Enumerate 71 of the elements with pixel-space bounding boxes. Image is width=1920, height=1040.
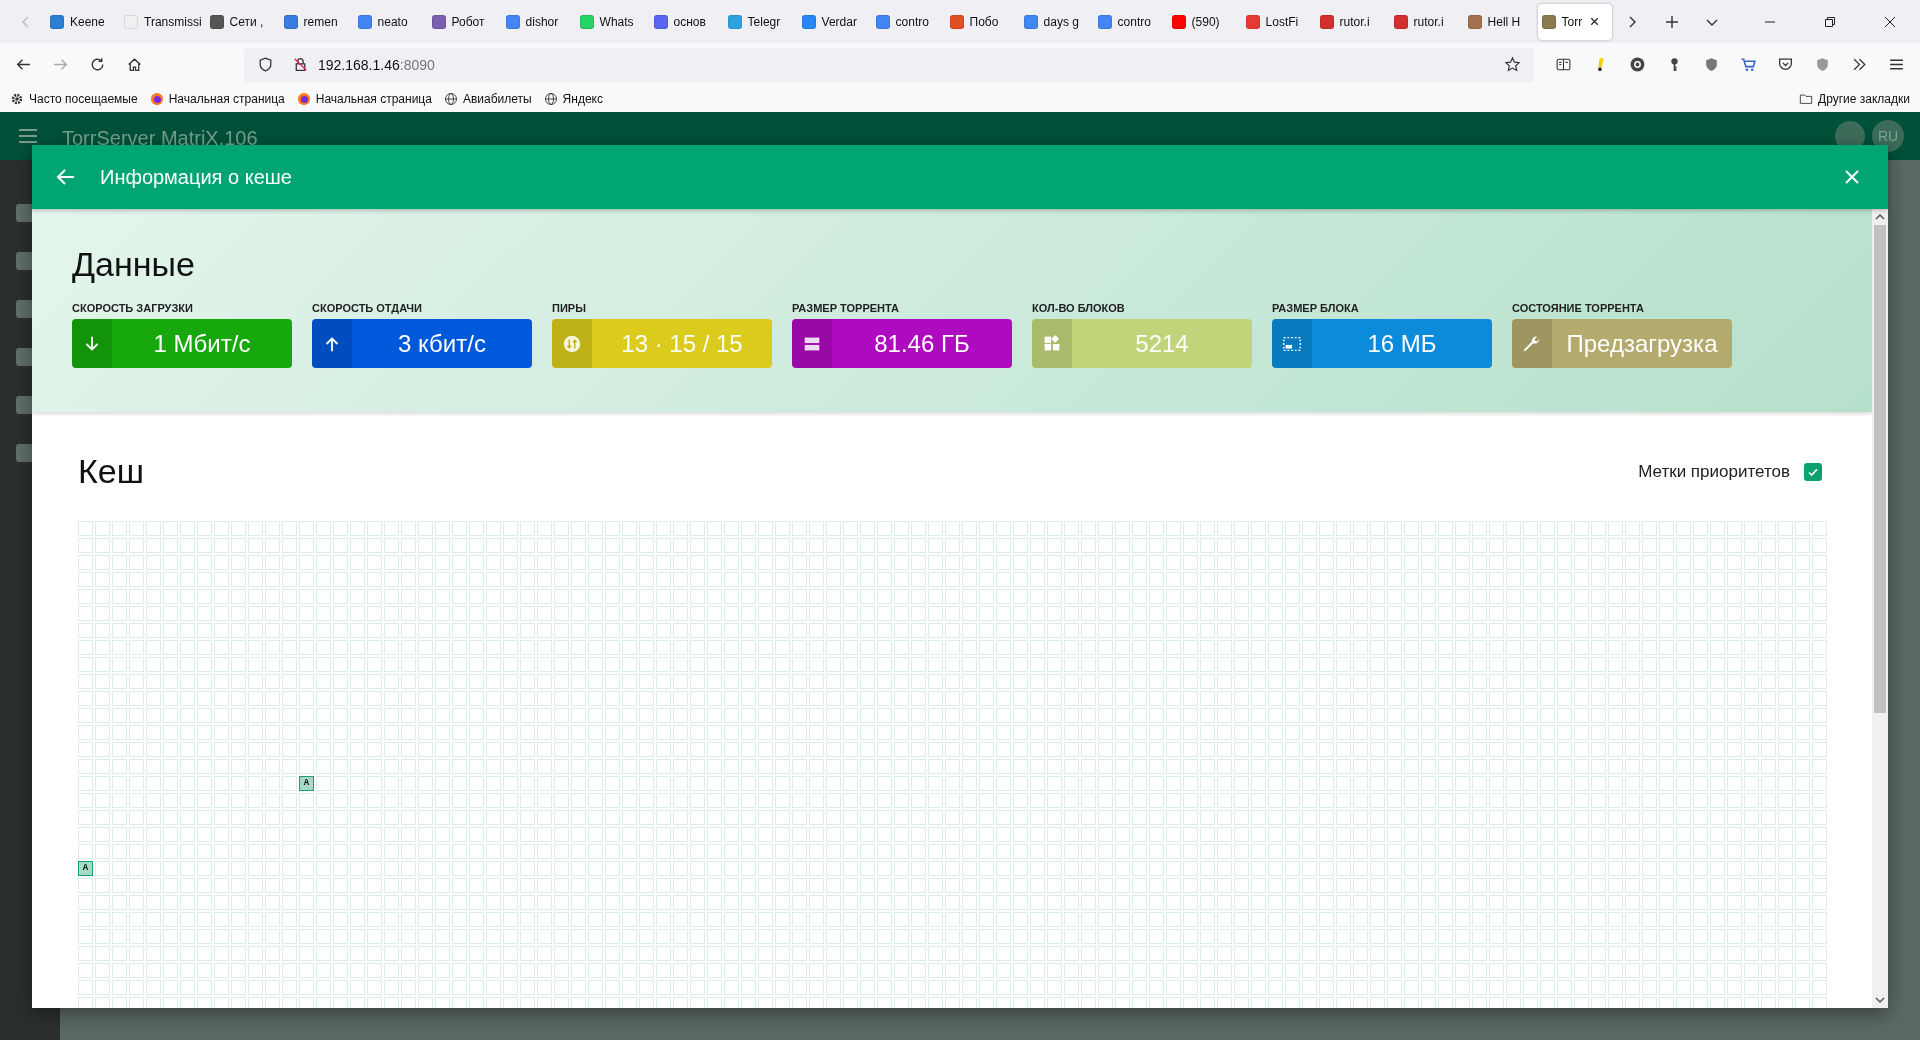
- browser-tab[interactable]: Побо: [945, 3, 1020, 40]
- bookmark-star-icon[interactable]: [1504, 56, 1521, 73]
- more-tools-icon[interactable]: [1851, 56, 1868, 73]
- scrollbar-thumb[interactable]: [1874, 225, 1886, 713]
- browser-tab[interactable]: (590): [1167, 3, 1242, 40]
- stat-label: РАЗМЕР БЛОКА: [1272, 302, 1360, 314]
- browser-tab[interactable]: Keene: [46, 3, 120, 40]
- stat-card: 13 · 15 / 15: [552, 319, 772, 368]
- bookmark[interactable]: Яндекс: [543, 92, 603, 106]
- stat-card: 16 МБ: [1272, 319, 1492, 368]
- browser-tab[interactable]: contro: [871, 3, 946, 40]
- new-tab-icon[interactable]: [1663, 13, 1680, 30]
- insecure-lock-icon[interactable]: [292, 56, 309, 73]
- cart-icon[interactable]: [1740, 56, 1757, 73]
- pocket-icon[interactable]: [1777, 56, 1794, 73]
- section-title: Данные: [72, 245, 196, 284]
- bookmark[interactable]: Авиабилеты: [443, 92, 532, 106]
- home-icon[interactable]: [126, 56, 143, 73]
- browser-tab[interactable]: Hell H: [1463, 3, 1538, 40]
- reader-view-icon[interactable]: [1555, 56, 1572, 73]
- app-title: TorrServer MatriX.106: [62, 126, 258, 150]
- stat-card: 1 Мбит/с: [72, 319, 292, 368]
- bookmark[interactable]: Часто посещаемые: [10, 92, 138, 106]
- url-port: :8090: [399, 56, 435, 73]
- browser-tab[interactable]: rutor.i: [1315, 3, 1390, 40]
- section-title: Кеш: [78, 452, 144, 491]
- marked-cache-block: A: [78, 861, 93, 876]
- marked-cache-block: A: [299, 776, 314, 791]
- stat-card: 5214: [1032, 319, 1252, 368]
- stat-label: СКОРОСТЬ ОТДАЧИ: [312, 302, 423, 314]
- browser-tab[interactable]: Torr: [1537, 3, 1612, 40]
- letter-circle-icon[interactable]: [1629, 56, 1646, 73]
- stat-card: 3 кбит/с: [312, 319, 532, 368]
- stat-label: ПИРЫ: [552, 302, 587, 314]
- browser-tab[interactable]: Transmissi: [120, 3, 206, 40]
- globe-icon: [443, 92, 458, 106]
- checkbox[interactable]: [1804, 462, 1822, 481]
- stat-label: СКОРОСТЬ ЗАГРУЗКИ: [72, 302, 194, 314]
- reload-icon[interactable]: [89, 56, 106, 73]
- stat-label: КОЛ-ВО БЛОКОВ: [1032, 302, 1126, 314]
- bookmark[interactable]: Начальная страница: [149, 92, 285, 106]
- stat-label: СОСТОЯНИЕ ТОРРЕНТА: [1512, 302, 1645, 314]
- browser-tab[interactable]: remen: [279, 3, 354, 40]
- url-host: 192.168.1.46: [318, 56, 400, 73]
- browser-tab[interactable]: contro: [1093, 3, 1168, 40]
- browser-tab[interactable]: Telegr: [723, 3, 798, 40]
- browser-tab[interactable]: dishor: [501, 3, 576, 40]
- address-bar[interactable]: 192.168.1.46:8090: [244, 47, 1534, 82]
- browser-tab[interactable]: days g: [1019, 3, 1094, 40]
- browser-tab[interactable]: основ: [649, 3, 724, 40]
- other-bookmarks[interactable]: Другие закладки: [1799, 92, 1910, 106]
- priority-marks-checkbox[interactable]: Метки приоритетов: [1638, 461, 1822, 482]
- browser-tab[interactable]: LostFi: [1241, 3, 1316, 40]
- browser-tab[interactable]: Verdar: [797, 3, 872, 40]
- browser-tab[interactable]: Сети ,: [205, 3, 280, 40]
- stat-card: 81.46 ГБ: [792, 319, 1012, 368]
- bookmark[interactable]: Начальная страница: [296, 92, 432, 106]
- folder-icon: [1799, 92, 1814, 106]
- browser-tab[interactable]: neato: [353, 3, 428, 40]
- stat-card: Предзагрузка: [1512, 319, 1732, 368]
- firefox-icon: [296, 92, 311, 106]
- browser-tab[interactable]: rutor.i: [1389, 3, 1464, 40]
- globe-icon: [543, 92, 558, 106]
- firefox-icon: [149, 92, 164, 106]
- gear-icon: [10, 92, 24, 106]
- shield-icon[interactable]: [257, 56, 274, 73]
- browser-tab[interactable]: Робот: [427, 3, 502, 40]
- dialog-title: Информация о кеше: [100, 165, 292, 189]
- stat-label: РАЗМЕР ТОРРЕНТА: [792, 302, 901, 314]
- browser-tab[interactable]: Whats: [575, 3, 650, 40]
- scrollbar[interactable]: [1872, 209, 1888, 1008]
